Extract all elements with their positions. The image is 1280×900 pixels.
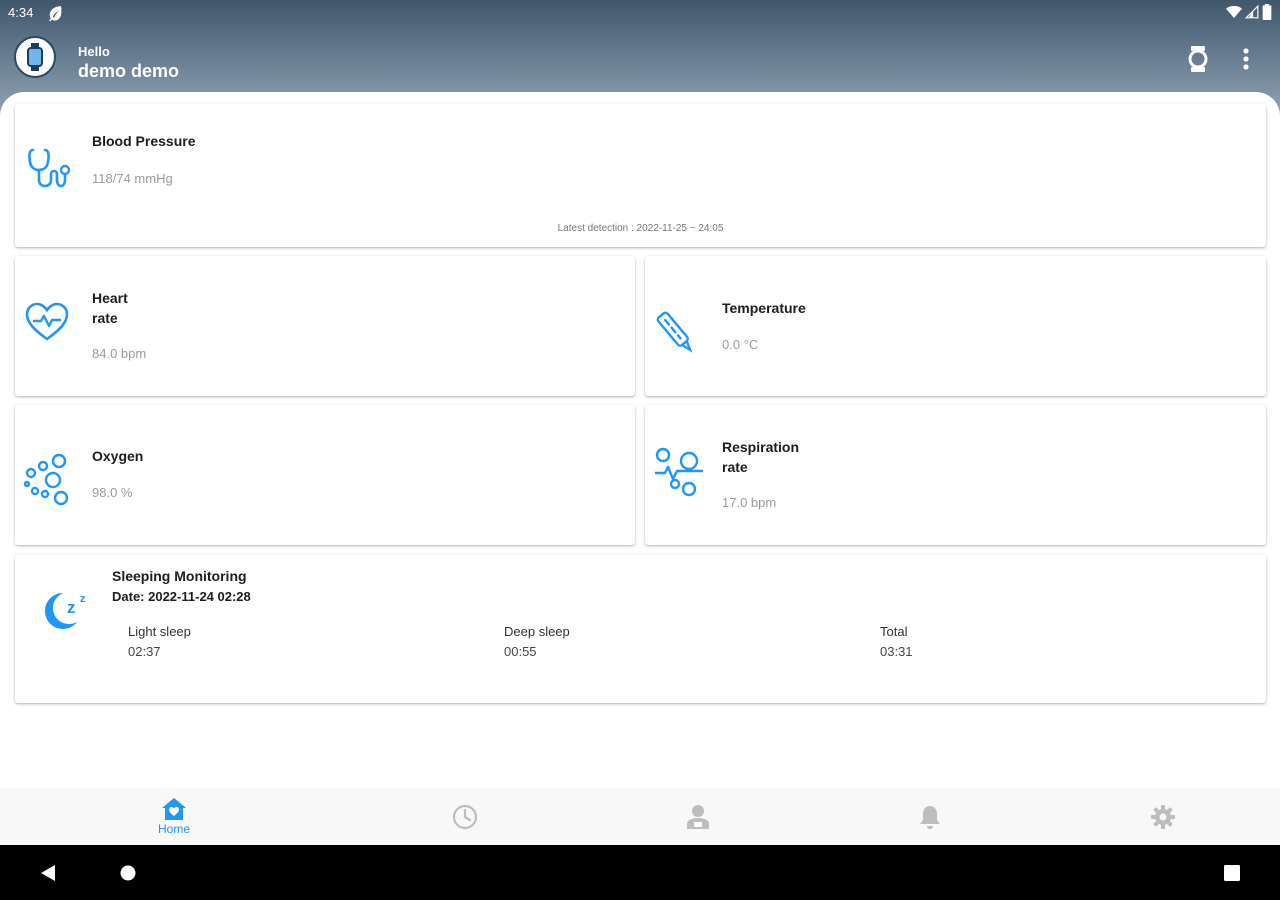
sleep-title: Sleeping Monitoring: [112, 568, 247, 584]
svg-text:z: z: [67, 598, 76, 617]
home-icon: [162, 798, 186, 820]
more-vert-icon[interactable]: [1236, 46, 1256, 72]
respiration-card[interactable]: Respiration rate 17.0 bpm: [645, 405, 1266, 545]
deep-sleep-label: Deep sleep: [504, 624, 570, 639]
signal-icon: [1245, 4, 1259, 19]
blood-pressure-title: Blood Pressure: [92, 133, 196, 149]
temperature-value: 0.0 °C: [722, 337, 759, 352]
watch-logo-icon: [27, 43, 43, 71]
oxygen-card[interactable]: Oxygen 98.0 %: [15, 405, 635, 545]
heart-rate-card[interactable]: Heart rate 84.0 bpm: [15, 256, 635, 396]
history-clock-icon: [452, 804, 478, 829]
heart-rate-title: Heart rate: [92, 288, 128, 328]
back-icon[interactable]: [40, 864, 56, 882]
stethoscope-icon: [28, 148, 71, 188]
app-screen: 4:34 Hello demo demo Blood Pressure 118/…: [0, 0, 1280, 900]
profile-icon: [687, 804, 709, 829]
recents-icon[interactable]: [1224, 865, 1240, 881]
battery-icon: [1262, 4, 1272, 20]
nav-history[interactable]: [405, 788, 525, 845]
respiration-title: Respiration rate: [722, 437, 799, 477]
nav-settings[interactable]: [1103, 788, 1223, 845]
heart-rate-value: 84.0 bpm: [92, 346, 147, 361]
deep-sleep-value: 00:55: [504, 644, 537, 659]
status-time: 4:34: [8, 5, 34, 20]
total-sleep-value: 03:31: [880, 644, 913, 659]
sleep-date: Date: 2022-11-24 02:28: [112, 589, 251, 604]
respiration-title-line2: rate: [722, 459, 748, 475]
nav-notifications[interactable]: [870, 788, 990, 845]
home-circle-icon[interactable]: [120, 865, 136, 881]
user-name: demo demo: [78, 61, 180, 81]
blood-pressure-card[interactable]: Blood Pressure 118/74 mmHg Latest detect…: [15, 104, 1266, 247]
notifications-bell-icon: [920, 805, 940, 829]
system-navigation-bar: [0, 845, 1280, 900]
status-icons: [1226, 4, 1272, 20]
oxygen-title: Oxygen: [92, 448, 144, 464]
respiration-icon: [655, 447, 703, 497]
temperature-title: Temperature: [722, 300, 806, 316]
oxygen-value: 98.0 %: [92, 485, 133, 500]
app-logo: [14, 36, 56, 78]
status-bar: 4:34: [0, 0, 1280, 26]
thermometer-icon: [656, 311, 693, 353]
settings-gear-icon: [1151, 804, 1175, 829]
bottom-navigation: Home: [0, 788, 1280, 845]
greeting-text: Hello: [78, 44, 110, 59]
svg-text:z: z: [80, 593, 86, 605]
heart-rate-title-line2: rate: [92, 310, 118, 326]
heart-pulse-icon: [25, 302, 69, 341]
oxygen-bubbles-icon: [23, 453, 69, 506]
respiration-title-line1: Respiration: [722, 439, 800, 455]
respiration-value: 17.0 bpm: [722, 495, 777, 510]
nav-home-label: Home: [157, 822, 190, 836]
temperature-card[interactable]: Temperature 0.0 °C: [645, 256, 1266, 396]
wifi-icon: [1226, 6, 1242, 18]
light-sleep-value: 02:37: [128, 644, 161, 659]
leaf-icon: [49, 6, 62, 22]
sleep-monitoring-card[interactable]: z z Sleeping Monitoring Date: 2022-11-24…: [15, 555, 1266, 703]
nav-profile[interactable]: [638, 788, 758, 845]
latest-detection-text: Latest detection : 2022-11-25 ~ 24:05: [557, 223, 724, 234]
total-sleep-label: Total: [880, 624, 908, 639]
heart-rate-title-line1: Heart: [92, 290, 128, 306]
smartwatch-icon[interactable]: [1186, 46, 1210, 72]
light-sleep-label: Light sleep: [128, 624, 191, 639]
nav-home[interactable]: Home: [114, 788, 234, 845]
sleep-moon-icon: z z: [45, 593, 86, 629]
blood-pressure-value: 118/74 mmHg: [92, 171, 173, 186]
